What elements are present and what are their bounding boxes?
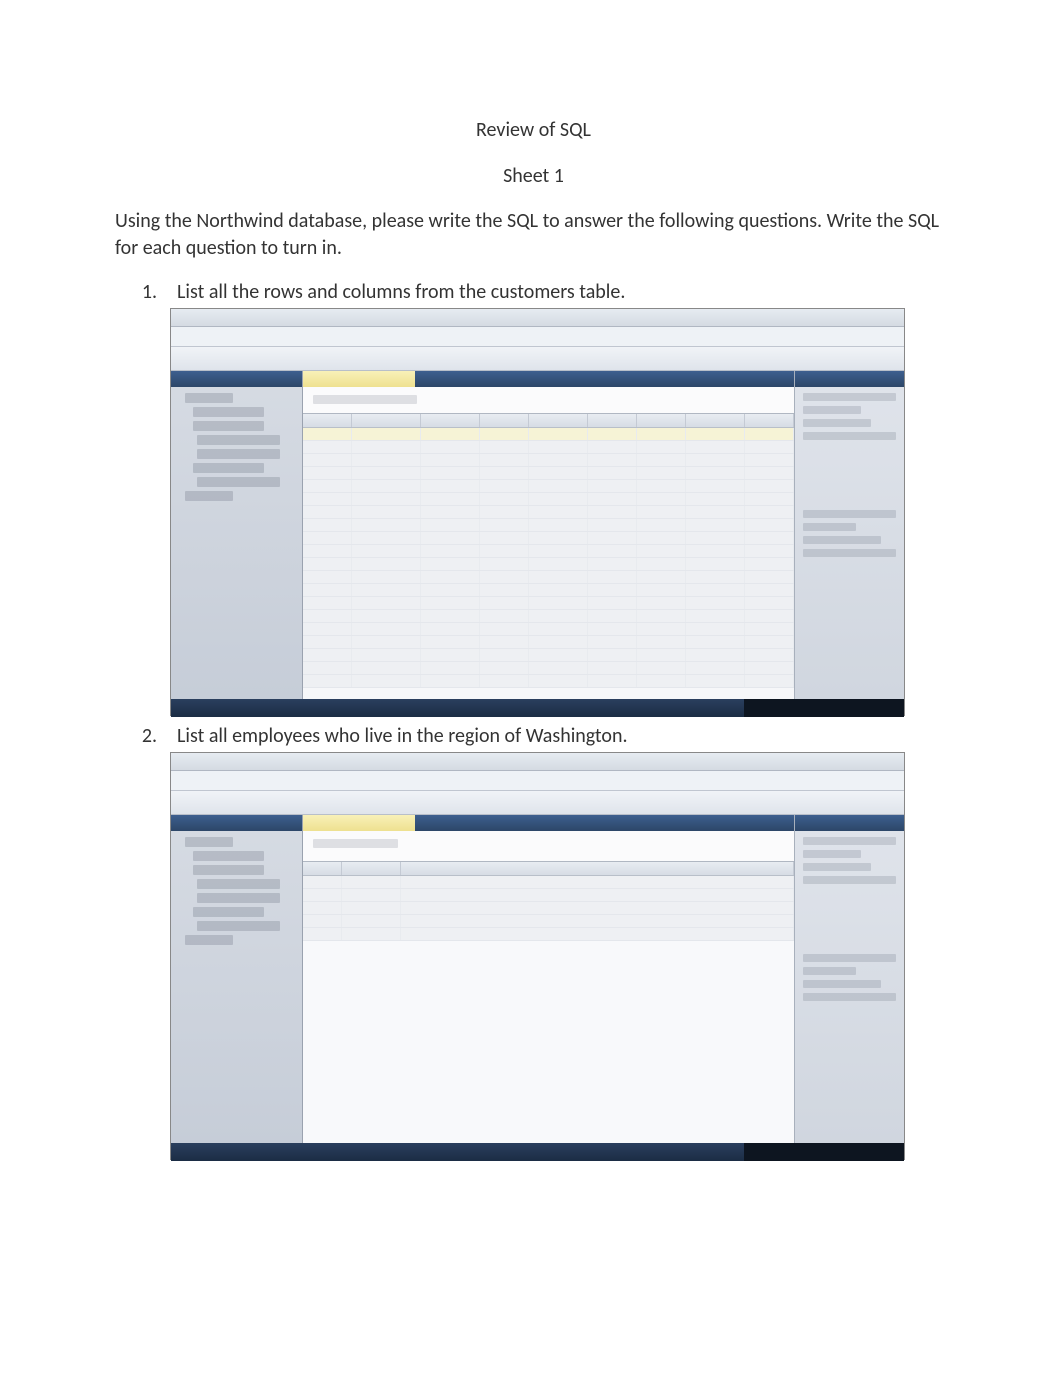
- active-tab: [303, 815, 415, 831]
- intro-paragraph: Using the Northwind database, please wri…: [115, 208, 952, 262]
- object-explorer-panel: [171, 371, 303, 699]
- grid-body: [303, 876, 794, 941]
- editor-main: [303, 815, 794, 1143]
- grid-header: [303, 862, 794, 876]
- document-page: Review of SQL Sheet 1 Using the Northwin…: [0, 0, 1062, 1228]
- panel-header: [171, 371, 302, 387]
- panel-header: [171, 815, 302, 831]
- question-number: 1.: [115, 280, 157, 304]
- grid-body: [303, 428, 794, 688]
- question-item-1: 1. List all the rows and columns from th…: [115, 280, 952, 304]
- status-bar: [171, 1143, 904, 1161]
- results-grid: [303, 861, 794, 1143]
- window-titlebar: [171, 309, 904, 327]
- results-grid: [303, 413, 794, 699]
- panel-header: [795, 371, 904, 387]
- sql-editor: [303, 831, 794, 861]
- screenshot-2: [170, 752, 905, 1160]
- editor-main: [303, 371, 794, 699]
- properties-panel: [794, 815, 904, 1143]
- window-menubar: [171, 771, 904, 791]
- window-titlebar: [171, 753, 904, 771]
- question-text: List all employees who live in the regio…: [157, 724, 952, 748]
- window-toolbar: [171, 791, 904, 815]
- question-text: List all the rows and columns from the c…: [157, 280, 952, 304]
- window-menubar: [171, 327, 904, 347]
- page-subtitle: Sheet 1: [115, 164, 952, 188]
- tab-strip: [303, 371, 794, 387]
- active-tab: [303, 371, 415, 387]
- window-body: [171, 371, 904, 699]
- tab-strip: [303, 815, 794, 831]
- page-title: Review of SQL: [115, 118, 952, 142]
- object-explorer-panel: [171, 815, 303, 1143]
- question-list: 1. List all the rows and columns from th…: [115, 280, 952, 1160]
- question-item-2: 2. List all employees who live in the re…: [115, 724, 952, 748]
- sql-editor: [303, 387, 794, 413]
- question-number: 2.: [115, 724, 157, 748]
- panel-header: [795, 815, 904, 831]
- grid-header: [303, 414, 794, 428]
- window-toolbar: [171, 347, 904, 371]
- status-bar: [171, 699, 904, 717]
- properties-panel: [794, 371, 904, 699]
- window-body: [171, 815, 904, 1143]
- screenshot-1: [170, 308, 905, 716]
